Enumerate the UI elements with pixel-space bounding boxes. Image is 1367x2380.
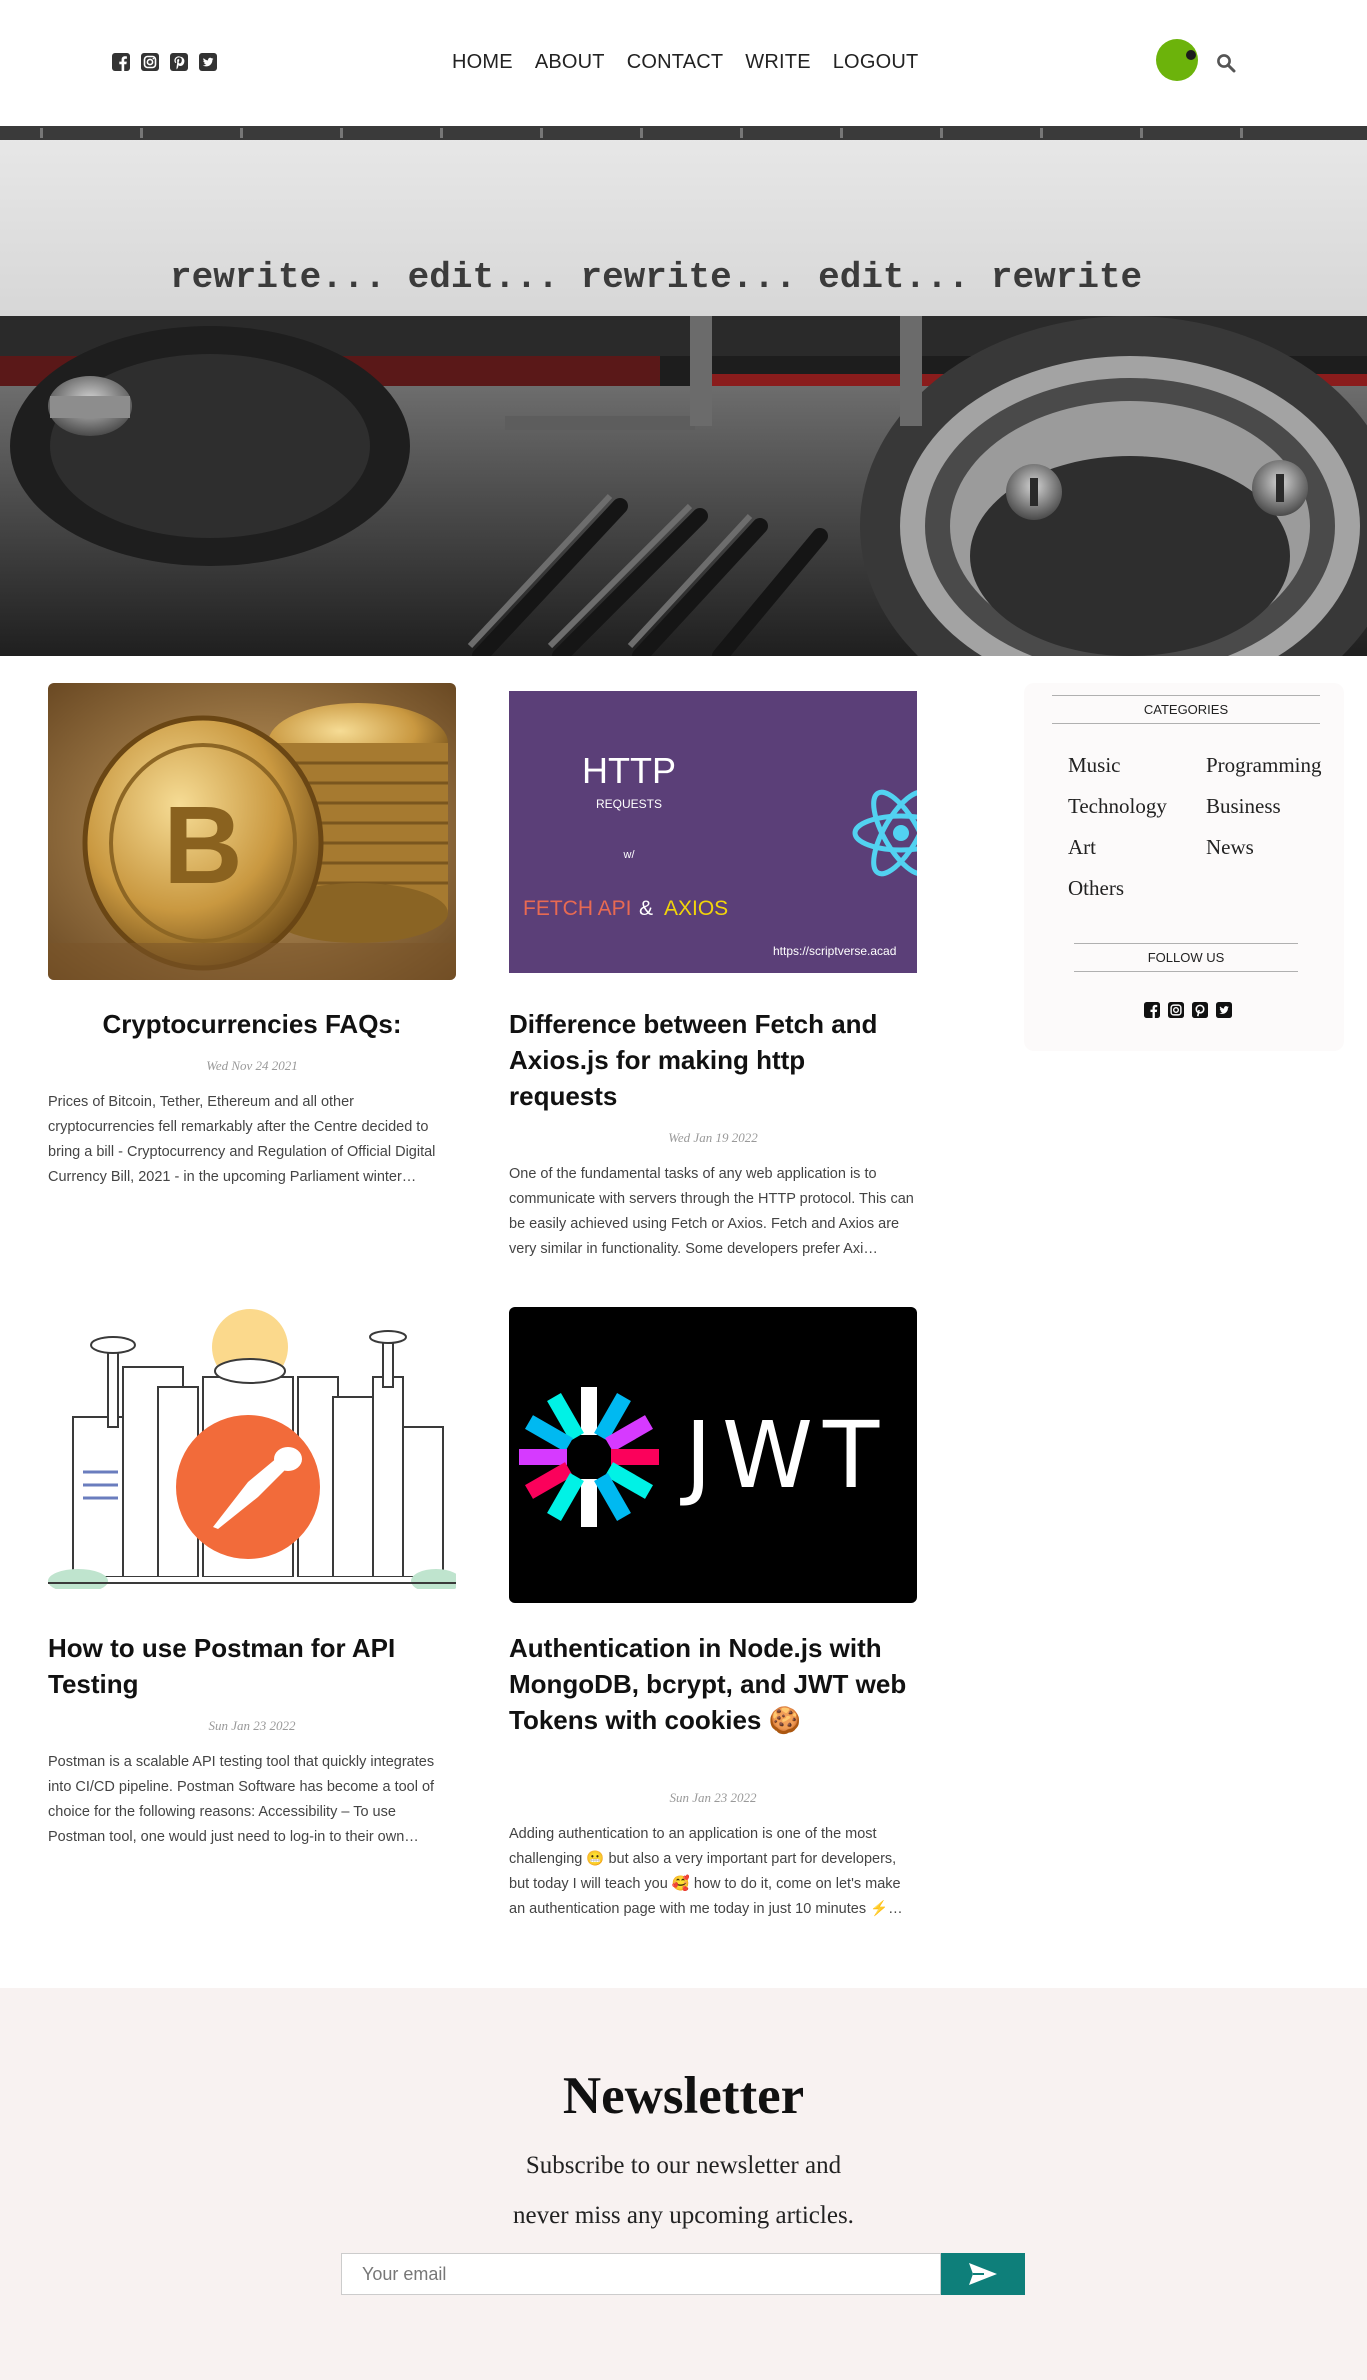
post-thumbnail[interactable]: JWT bbox=[509, 1307, 917, 1603]
avatar[interactable] bbox=[1156, 39, 1198, 81]
newsletter-section: Newsletter Subscribe to our newsletter a… bbox=[0, 1988, 1367, 2380]
thumb-amp-text: & bbox=[639, 897, 653, 920]
hero-typed-text: rewrite... edit... rewrite... edit... re… bbox=[170, 257, 1142, 298]
post-description: Adding authentication to an application … bbox=[509, 1826, 903, 1917]
post-title[interactable]: Cryptocurrencies FAQs: bbox=[48, 1006, 456, 1042]
header-social-links bbox=[112, 53, 217, 71]
http-fetch-axios-image: HTTP REQUESTS w/ FETCH API & AXIOS https… bbox=[509, 691, 917, 973]
bitcoin-coins-image: B bbox=[48, 683, 456, 980]
twitter-square-icon[interactable] bbox=[1216, 1002, 1232, 1018]
category-others[interactable]: Others bbox=[1068, 876, 1124, 901]
follow-us-title: FOLLOW US bbox=[1074, 943, 1298, 972]
post-description: One of the fundamental tasks of any web … bbox=[509, 1166, 914, 1257]
thumb-jwt-text: JWT bbox=[680, 1402, 889, 1509]
top-bar: HOME ABOUT CONTACT WRITE LOGOUT bbox=[0, 0, 1367, 126]
post-description: Prices of Bitcoin, Tether, Ethereum and … bbox=[48, 1094, 436, 1185]
category-news[interactable]: News bbox=[1206, 835, 1254, 860]
post-thumbnail[interactable]: HTTP REQUESTS w/ FETCH API & AXIOS https… bbox=[509, 691, 917, 973]
post-title[interactable]: Difference between Fetch and Axios.js fo… bbox=[509, 1006, 917, 1114]
post-title[interactable]: How to use Postman for API Testing bbox=[48, 1630, 456, 1702]
nav-logout-link[interactable]: LOGOUT bbox=[833, 51, 919, 74]
newsletter-subtitle-line1: Subscribe to our newsletter and bbox=[525, 2152, 842, 2179]
post-thumbnail[interactable] bbox=[48, 1307, 456, 1589]
sidebar: CATEGORIES Music Programming Technology … bbox=[1024, 683, 1344, 1051]
thumb-axios-text: AXIOS bbox=[664, 897, 728, 920]
post-thumbnail[interactable]: B bbox=[48, 683, 456, 980]
pinterest-square-icon[interactable] bbox=[170, 53, 188, 71]
thumb-fetch-text: FETCH API bbox=[523, 897, 632, 920]
category-art[interactable]: Art bbox=[1068, 835, 1096, 860]
hero-banner: rewrite... edit... rewrite... edit... re… bbox=[0, 126, 1367, 656]
category-technology[interactable]: Technology bbox=[1068, 794, 1167, 819]
category-music[interactable]: Music bbox=[1068, 753, 1121, 778]
pinterest-square-icon[interactable] bbox=[1192, 1002, 1208, 1018]
facebook-square-icon[interactable] bbox=[112, 53, 130, 71]
main-nav: HOME ABOUT CONTACT WRITE LOGOUT bbox=[452, 51, 918, 74]
facebook-square-icon[interactable] bbox=[1144, 1002, 1160, 1018]
nav-about-link[interactable]: ABOUT bbox=[535, 51, 605, 74]
instagram-square-icon[interactable] bbox=[1168, 1002, 1184, 1018]
sidebar-social-links bbox=[1144, 1002, 1232, 1018]
search-icon[interactable] bbox=[1216, 53, 1236, 73]
post-date: Wed Jan 19 2022 bbox=[668, 1130, 758, 1145]
newsletter-submit-button[interactable] bbox=[941, 2253, 1025, 2295]
send-icon bbox=[969, 2263, 997, 2285]
svg-text:B: B bbox=[163, 784, 242, 907]
instagram-square-icon[interactable] bbox=[141, 53, 159, 71]
thumb-requests-text: REQUESTS bbox=[596, 797, 662, 811]
hero-typewriter-image: rewrite... edit... rewrite... edit... re… bbox=[0, 126, 1367, 656]
nav-contact-link[interactable]: CONTACT bbox=[627, 51, 724, 74]
nav-write-link[interactable]: WRITE bbox=[745, 51, 810, 74]
newsletter-title: Newsletter bbox=[562, 2067, 805, 2125]
post-date: Wed Nov 24 2021 bbox=[206, 1058, 298, 1073]
thumb-with-text: w/ bbox=[623, 849, 636, 861]
nav-home-link[interactable]: HOME bbox=[452, 51, 513, 74]
twitter-square-icon[interactable] bbox=[199, 53, 217, 71]
post-date: Sun Jan 23 2022 bbox=[208, 1718, 296, 1733]
avatar-detail bbox=[1186, 50, 1196, 60]
post-description: Postman is a scalable API testing tool t… bbox=[48, 1754, 435, 1845]
category-programming[interactable]: Programming bbox=[1206, 753, 1322, 778]
postman-city-image bbox=[48, 1307, 456, 1589]
newsletter-email-input[interactable] bbox=[341, 2253, 941, 2295]
thumb-url-text: https://scriptverse.acad bbox=[773, 944, 896, 958]
newsletter-subtitle-line2: never miss any upcoming articles. bbox=[513, 2202, 854, 2229]
post-title[interactable]: Authentication in Node.js with MongoDB, … bbox=[509, 1630, 917, 1738]
thumb-http-text: HTTP bbox=[582, 750, 676, 791]
jwt-logo-image: JWT bbox=[509, 1307, 917, 1603]
post-date: Sun Jan 23 2022 bbox=[669, 1790, 757, 1805]
category-business[interactable]: Business bbox=[1206, 794, 1281, 819]
categories-title: CATEGORIES bbox=[1052, 695, 1320, 724]
